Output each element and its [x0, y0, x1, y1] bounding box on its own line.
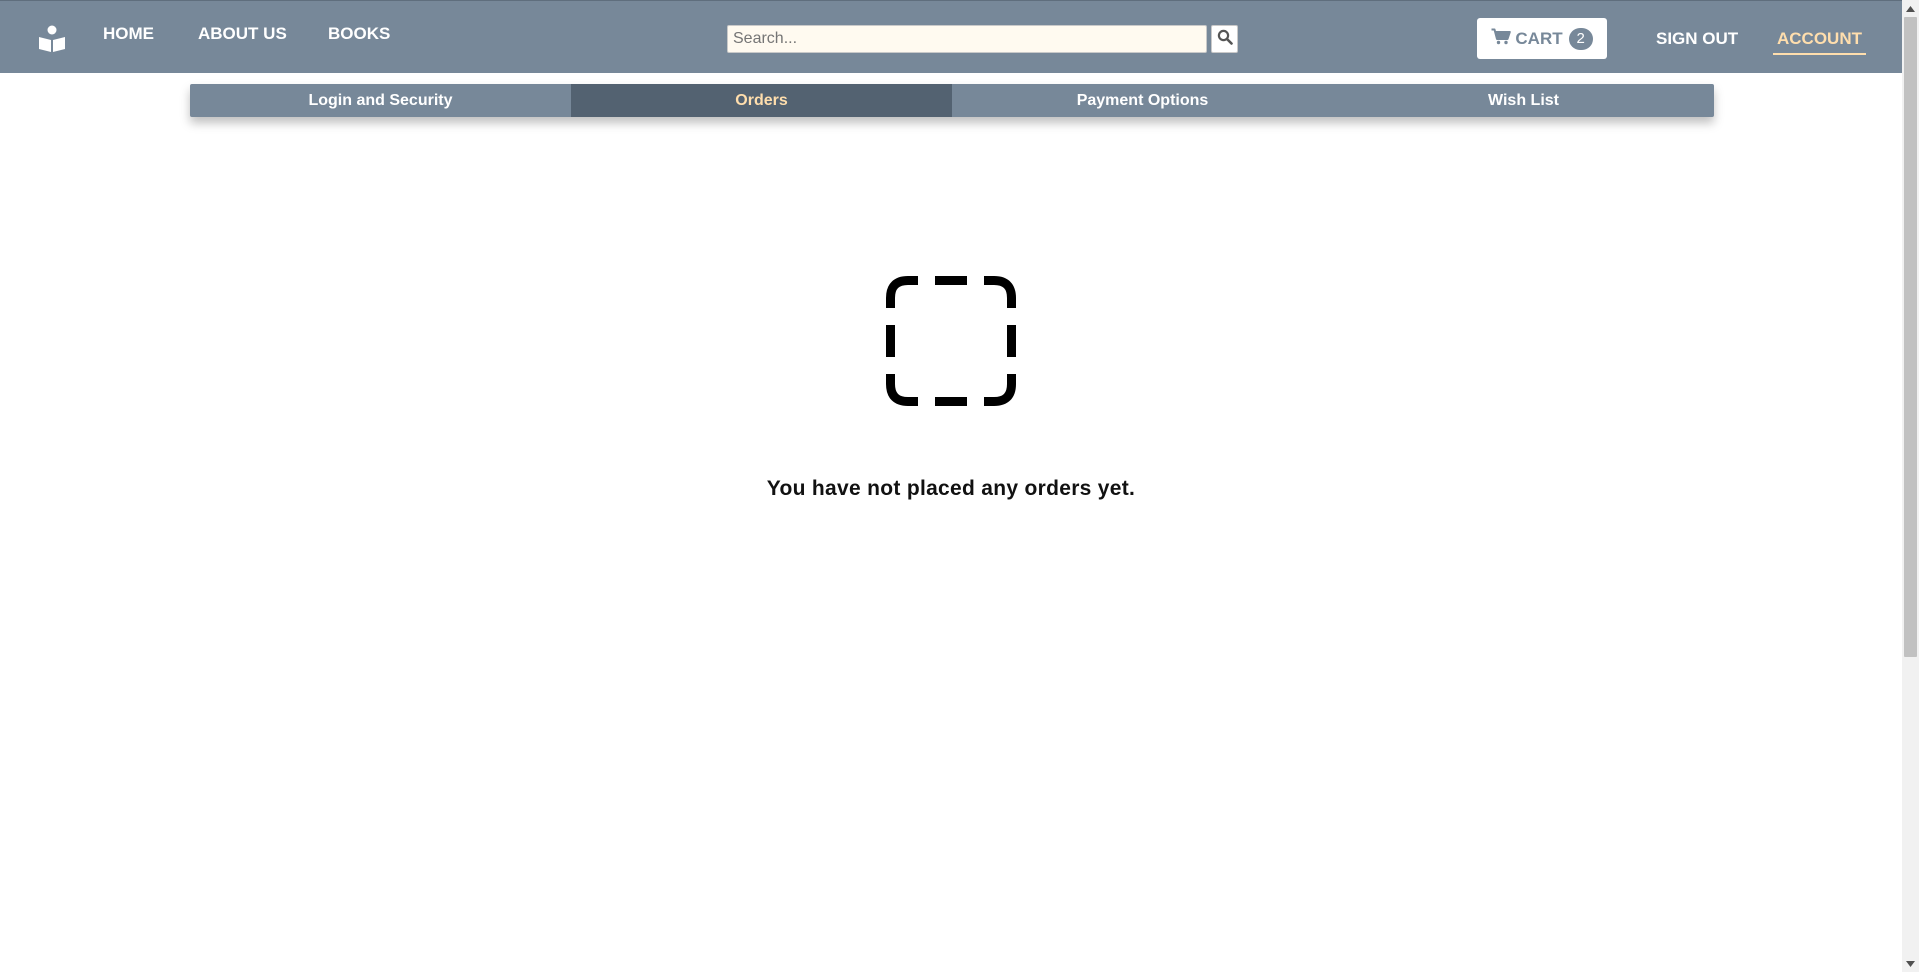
cart-button[interactable]: CART 2 — [1477, 18, 1607, 59]
empty-orders-message: You have not placed any orders yet. — [766, 477, 1136, 500]
account-link[interactable]: ACCOUNT — [1773, 29, 1866, 55]
book-reader-icon[interactable] — [38, 25, 66, 53]
account-tabs: Login and Security Orders Payment Option… — [190, 84, 1714, 117]
shopping-cart-icon — [1491, 28, 1512, 50]
search-input[interactable] — [727, 25, 1207, 53]
search-icon — [1217, 29, 1233, 50]
dashed-square-icon — [886, 276, 1016, 406]
nav-books-link[interactable]: BOOKS — [328, 24, 390, 44]
vertical-scrollbar[interactable] — [1902, 0, 1919, 972]
cart-count-badge: 2 — [1568, 27, 1593, 50]
tab-orders[interactable]: Orders — [571, 84, 952, 117]
top-navbar: HOME ABOUT US BOOKS CART 2 — [0, 0, 1902, 73]
tab-payment-options[interactable]: Payment Options — [952, 84, 1333, 117]
nav-home-link[interactable]: HOME — [103, 24, 154, 44]
tab-login-and-security[interactable]: Login and Security — [190, 84, 571, 117]
search-button[interactable] — [1211, 25, 1238, 53]
scrollbar-thumb[interactable] — [1904, 17, 1917, 657]
sign-out-link[interactable]: SIGN OUT — [1656, 29, 1738, 49]
cart-label: CART — [1515, 28, 1563, 48]
nav-about-us-link[interactable]: ABOUT US — [198, 24, 287, 44]
scroll-down-arrow-icon[interactable] — [1902, 955, 1919, 972]
page: HOME ABOUT US BOOKS CART 2 — [0, 0, 1902, 972]
scroll-up-arrow-icon[interactable] — [1902, 0, 1919, 17]
tab-wish-list[interactable]: Wish List — [1333, 84, 1714, 117]
